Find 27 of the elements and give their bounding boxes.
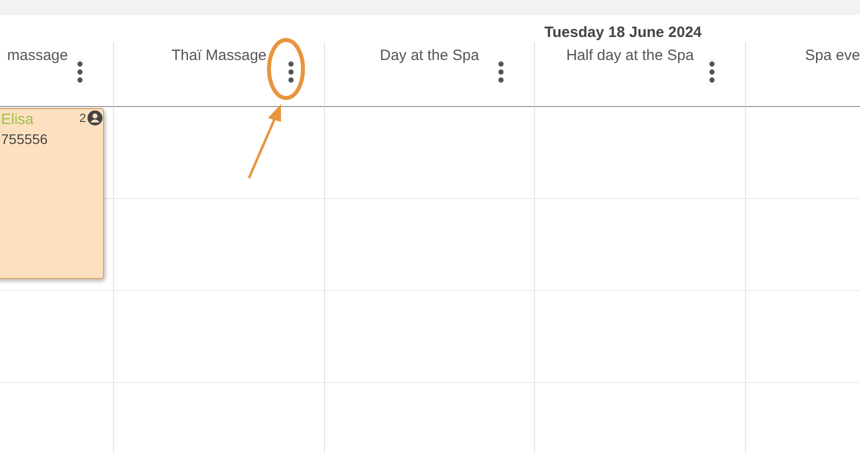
column-header: Spa eve [805, 47, 860, 65]
time-slot[interactable] [324, 199, 534, 291]
date-title: Tuesday 18 June 2024 [543, 22, 703, 42]
more-options-icon[interactable] [709, 61, 715, 83]
time-slot[interactable] [534, 199, 745, 291]
time-slot[interactable] [745, 199, 860, 291]
time-slot[interactable] [113, 291, 324, 383]
more-options-icon[interactable] [498, 61, 504, 83]
client-phone: 755556 [1, 131, 49, 147]
time-slot[interactable] [745, 291, 860, 383]
time-slot[interactable] [324, 107, 534, 199]
column-header: Day at the Spa [380, 47, 480, 65]
highlight-ellipse [267, 38, 305, 100]
more-options-icon[interactable] [77, 61, 83, 83]
time-slot[interactable] [534, 107, 745, 199]
client-name: Elisa [1, 111, 34, 128]
column-header: massage [7, 47, 68, 65]
column-header: Half day at the Spa [566, 47, 694, 65]
appointment-card[interactable]: Elisa 755556 2 [0, 108, 104, 279]
more-options-icon[interactable] [288, 61, 294, 83]
time-slot[interactable] [324, 291, 534, 383]
guest-count: 2 [79, 111, 86, 125]
person-icon [87, 110, 103, 126]
column-header: Thaï Massage [171, 47, 267, 65]
time-slot[interactable] [745, 107, 860, 199]
time-slot[interactable] [113, 199, 324, 291]
time-slot[interactable] [534, 291, 745, 383]
